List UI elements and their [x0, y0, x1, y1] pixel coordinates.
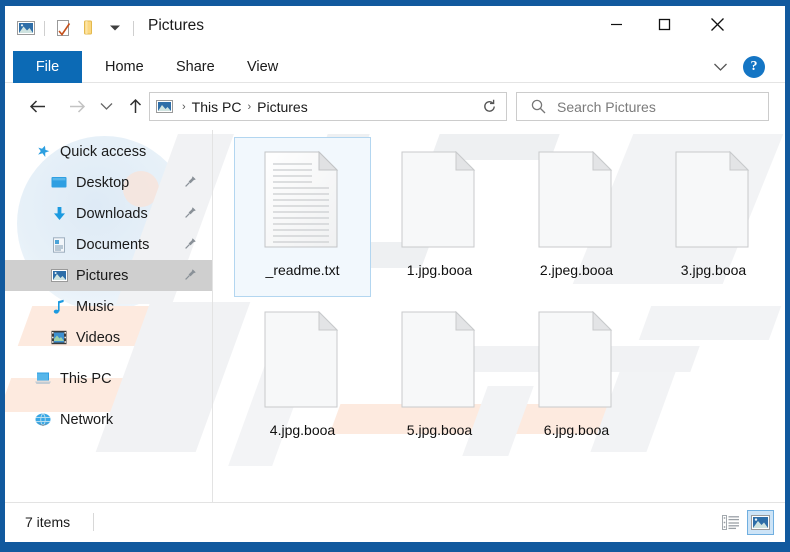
- tab-file[interactable]: File: [13, 51, 82, 83]
- sidebar-item-videos[interactable]: Videos: [5, 322, 212, 353]
- quick-access-toolbar: [13, 17, 139, 39]
- status-bar: 7 items: [5, 502, 785, 542]
- new-folder-icon[interactable]: [76, 17, 102, 39]
- navigation-bar: › This PC › Pictures: [5, 83, 785, 130]
- file-item[interactable]: _readme.txt: [234, 137, 371, 297]
- file-name: 3.jpg.booa: [680, 262, 747, 278]
- help-button[interactable]: ?: [743, 56, 765, 78]
- sidebar-label: Documents: [76, 236, 150, 253]
- blank-document-icon: [538, 310, 616, 413]
- file-name: 2.jpeg.booa: [539, 262, 614, 278]
- sidebar-label: Quick access: [60, 143, 147, 160]
- sidebar-label: Desktop: [76, 174, 130, 191]
- up-button[interactable]: [122, 92, 148, 120]
- sidebar-item-documents[interactable]: Documents: [5, 229, 212, 260]
- navigation-pane: Quick access Desktop Downloads Documents…: [5, 130, 213, 502]
- window-title: Pictures: [148, 17, 204, 34]
- properties-icon[interactable]: [50, 17, 76, 39]
- file-name: _readme.txt: [265, 262, 340, 278]
- sidebar-label: Videos: [76, 329, 121, 346]
- close-button[interactable]: [694, 9, 740, 39]
- pin-icon[interactable]: [184, 206, 197, 223]
- large-icons-view-button[interactable]: [747, 510, 774, 535]
- back-button[interactable]: [23, 92, 51, 120]
- sidebar-item-network[interactable]: Network: [5, 404, 212, 435]
- sidebar-item-quick-access[interactable]: Quick access: [5, 136, 212, 167]
- file-item[interactable]: 1.jpg.booa: [371, 137, 508, 297]
- downloads-icon: [49, 206, 69, 222]
- star-pin-icon: [33, 144, 53, 160]
- pin-icon[interactable]: [184, 268, 197, 285]
- file-item[interactable]: 3.jpg.booa: [645, 137, 782, 297]
- blank-document-icon: [401, 150, 479, 253]
- file-name: 1.jpg.booa: [406, 262, 473, 278]
- search-box[interactable]: [516, 92, 769, 121]
- title-bar: Pictures: [5, 6, 785, 51]
- file-name: 4.jpg.booa: [269, 422, 336, 438]
- breadcrumb-separator-1: ›: [247, 100, 252, 113]
- sidebar-label: Downloads: [76, 205, 148, 222]
- pin-icon[interactable]: [184, 237, 197, 254]
- status-divider: [93, 513, 94, 531]
- forward-button[interactable]: [63, 92, 91, 120]
- minimize-button[interactable]: [593, 9, 639, 39]
- text-document-icon: [264, 150, 342, 253]
- main-body: Quick access Desktop Downloads Documents…: [5, 130, 785, 502]
- videos-icon: [49, 330, 69, 345]
- window-client-area: Pictures File Home Share View ? › This P…: [5, 6, 785, 542]
- file-name: 5.jpg.booa: [406, 422, 473, 438]
- file-explorer-window: Pictures File Home Share View ? › This P…: [0, 0, 790, 552]
- refresh-button[interactable]: [472, 92, 507, 121]
- address-pictures-icon: [156, 100, 173, 113]
- item-count-label: 7 items: [25, 514, 71, 530]
- file-item[interactable]: 4.jpg.booa: [234, 297, 371, 457]
- sidebar-item-pictures[interactable]: Pictures: [5, 260, 212, 291]
- desktop-icon: [49, 176, 69, 190]
- qat-separator-1: [44, 20, 45, 36]
- sidebar-label: Network: [60, 411, 114, 428]
- blank-document-icon: [264, 310, 342, 413]
- recent-locations-icon[interactable]: [95, 92, 117, 120]
- qat-separator-2: [133, 20, 134, 36]
- pictures-icon: [49, 269, 69, 282]
- maximize-button[interactable]: [641, 9, 687, 39]
- ribbon-tab-bar: File Home Share View ?: [5, 51, 785, 83]
- blank-document-icon: [401, 310, 479, 413]
- file-list-pane[interactable]: _readme.txt 1.jpg.booa 2.jpeg.booa 3.jpg…: [214, 130, 785, 502]
- file-name: 6.jpg.booa: [543, 422, 610, 438]
- music-icon: [49, 299, 69, 315]
- sidebar-item-desktop[interactable]: Desktop: [5, 167, 212, 198]
- sidebar-item-music[interactable]: Music: [5, 291, 212, 322]
- pin-icon[interactable]: [184, 175, 197, 192]
- breadcrumb-pictures[interactable]: Pictures: [256, 99, 309, 115]
- file-item[interactable]: 2.jpeg.booa: [508, 137, 645, 297]
- this-pc-icon: [33, 371, 53, 386]
- breadcrumb-this-pc[interactable]: This PC: [191, 99, 243, 115]
- file-item[interactable]: 6.jpg.booa: [508, 297, 645, 457]
- details-view-button[interactable]: [718, 510, 744, 535]
- tab-view[interactable]: View: [233, 51, 292, 83]
- file-item[interactable]: 5.jpg.booa: [371, 297, 508, 457]
- tab-home[interactable]: Home: [91, 51, 158, 83]
- sidebar-item-this-pc[interactable]: This PC: [5, 363, 212, 394]
- customize-dropdown-icon[interactable]: [102, 17, 128, 39]
- breadcrumb-separator-0: ›: [182, 100, 186, 113]
- address-bar[interactable]: › This PC › Pictures: [149, 92, 507, 121]
- search-input[interactable]: [557, 98, 747, 115]
- file-grid: _readme.txt 1.jpg.booa 2.jpeg.booa 3.jpg…: [214, 130, 785, 457]
- sidebar-item-downloads[interactable]: Downloads: [5, 198, 212, 229]
- search-icon: [531, 99, 546, 114]
- documents-icon: [49, 236, 69, 253]
- chevron-down-icon[interactable]: [707, 54, 733, 80]
- pictures-icon[interactable]: [13, 17, 39, 39]
- blank-document-icon: [675, 150, 753, 253]
- sidebar-label: Music: [76, 298, 114, 315]
- sidebar-label: Pictures: [76, 267, 129, 284]
- sidebar-label: This PC: [60, 370, 112, 387]
- network-icon: [33, 412, 53, 427]
- tab-share[interactable]: Share: [162, 51, 229, 83]
- blank-document-icon: [538, 150, 616, 253]
